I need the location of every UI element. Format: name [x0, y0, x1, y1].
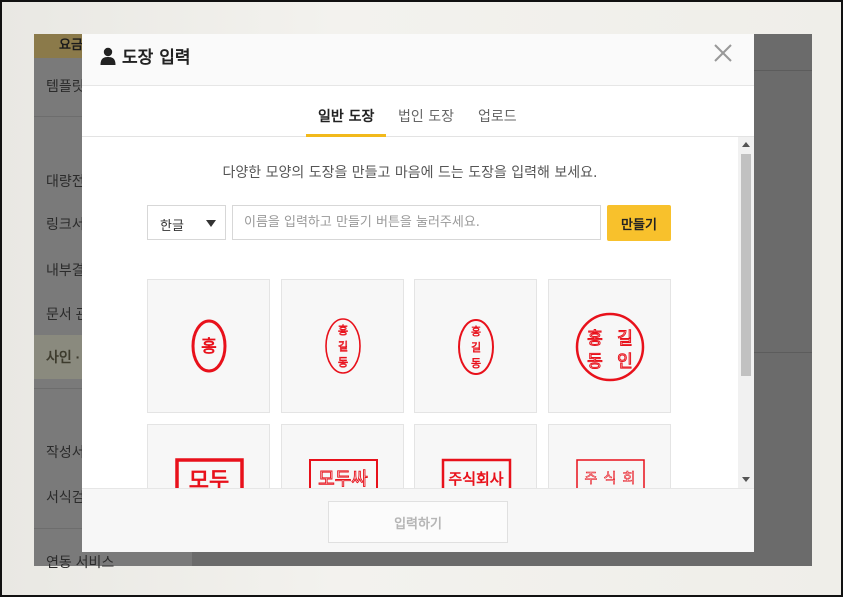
svg-text:동: 동 — [338, 356, 348, 369]
stamp-square-seal-icon: 주 식 회 — [576, 459, 645, 488]
stamp-text: 모두 — [189, 469, 229, 488]
background-pricing-label: 요금 — [59, 38, 83, 53]
make-button[interactable]: 만들기 — [607, 205, 671, 241]
stamp-rect-corporate-icon: 주식회사 — [441, 458, 512, 488]
modal-content: 다양한 모양의 도장을 만들고 마음에 드는 도장을 입력해 보세요. 한글 만… — [82, 137, 738, 488]
svg-text:길: 길 — [617, 329, 633, 349]
screen-frame: 요금 템플릿 대량전 링크서 내부결 문서 관 사인 · 작성서 서식검 연동 … — [0, 0, 843, 597]
svg-text:주: 주 — [585, 471, 598, 487]
svg-text:홍: 홍 — [338, 323, 348, 337]
svg-text:동: 동 — [471, 357, 481, 370]
background-sidebar-item: 링크서 — [46, 216, 85, 232]
submit-stamp-button[interactable]: 입력하기 — [328, 501, 508, 543]
background-sidebar-item-active: 사인 · — [34, 335, 82, 379]
close-icon[interactable] — [710, 40, 736, 66]
background-sidebar-item-templates: 템플릿 — [46, 78, 85, 94]
tab-upload[interactable]: 업로드 — [478, 106, 517, 137]
stamp-rect-outline-icon: 모두싸 — [309, 459, 378, 488]
stamp-text: 홍 — [201, 336, 217, 357]
stamp-option[interactable]: 홍 길 동 — [414, 279, 537, 413]
stamp-text: 주식회사 — [448, 470, 503, 488]
background-divider — [754, 70, 812, 71]
stamp-ellipse-outline-icon: 홍 길 동 — [325, 318, 361, 374]
scroll-down-arrow-icon[interactable] — [742, 477, 750, 482]
stamp-option[interactable]: 홍 길 동 인 — [548, 279, 671, 413]
name-input[interactable] — [232, 205, 601, 240]
svg-text:길: 길 — [338, 340, 348, 353]
language-select[interactable]: 한글 — [147, 205, 226, 240]
user-icon — [100, 47, 116, 65]
svg-text:식: 식 — [604, 471, 617, 487]
stamp-option[interactable]: 주 식 회 — [548, 424, 671, 488]
svg-text:홍: 홍 — [587, 329, 603, 349]
tab-corporate-stamp[interactable]: 법인 도장 — [398, 106, 454, 137]
modal-title: 도장 입력 — [100, 43, 190, 68]
scrollbar[interactable] — [738, 137, 754, 488]
stamp-option[interactable]: 모두 — [147, 424, 270, 488]
language-select-value: 한글 — [160, 219, 184, 234]
stamp-option[interactable]: 주식회사 — [414, 424, 537, 488]
background-sidebar-item: 대량전 — [46, 173, 85, 189]
stamp-option[interactable]: 모두싸 — [281, 424, 404, 488]
stamp-circle-grid-icon: 홍 길 동 인 — [575, 312, 645, 382]
stamp-input-modal: 도장 입력 일반 도장 법인 도장 업로드 다양한 모양의 도장을 만들고 마음… — [82, 34, 754, 552]
svg-text:동: 동 — [587, 352, 603, 372]
background-pricing-button: 요금 — [34, 34, 84, 58]
tab-general-stamp[interactable]: 일반 도장 — [306, 106, 386, 137]
stamp-text: 모두싸 — [318, 469, 368, 488]
background-sidebar-item: 연동 서비스 — [46, 554, 115, 570]
svg-text:회: 회 — [623, 471, 636, 487]
stamp-ellipse-single-icon: 홍 — [191, 319, 227, 373]
modal-footer: 입력하기 — [82, 488, 754, 552]
svg-text:인: 인 — [617, 352, 633, 372]
background-sidebar-item: 작성서 — [46, 444, 85, 460]
scrollbar-thumb[interactable] — [741, 154, 751, 376]
stamp-option[interactable]: 홍 — [147, 279, 270, 413]
modal-title-text: 도장 입력 — [122, 48, 191, 68]
background-sidebar-item: 내부결 — [46, 262, 85, 278]
modal-header: 도장 입력 — [82, 34, 754, 86]
stamp-rect-bold-icon: 모두 — [175, 458, 244, 488]
background-divider — [754, 352, 812, 353]
stamp-tabs: 일반 도장 법인 도장 업로드 — [82, 86, 754, 137]
stamp-ellipse-vertical-icon: 홍 길 동 — [458, 319, 494, 375]
background-sidebar-item: 서식검 — [46, 489, 85, 505]
svg-text:길: 길 — [471, 341, 481, 354]
description-text: 다양한 모양의 도장을 만들고 마음에 드는 도장을 입력해 보세요. — [222, 165, 598, 181]
scroll-up-arrow-icon[interactable] — [742, 142, 750, 147]
stamp-option[interactable]: 홍 길 동 — [281, 279, 404, 413]
svg-text:홍: 홍 — [471, 324, 481, 338]
chevron-down-icon — [206, 220, 216, 227]
